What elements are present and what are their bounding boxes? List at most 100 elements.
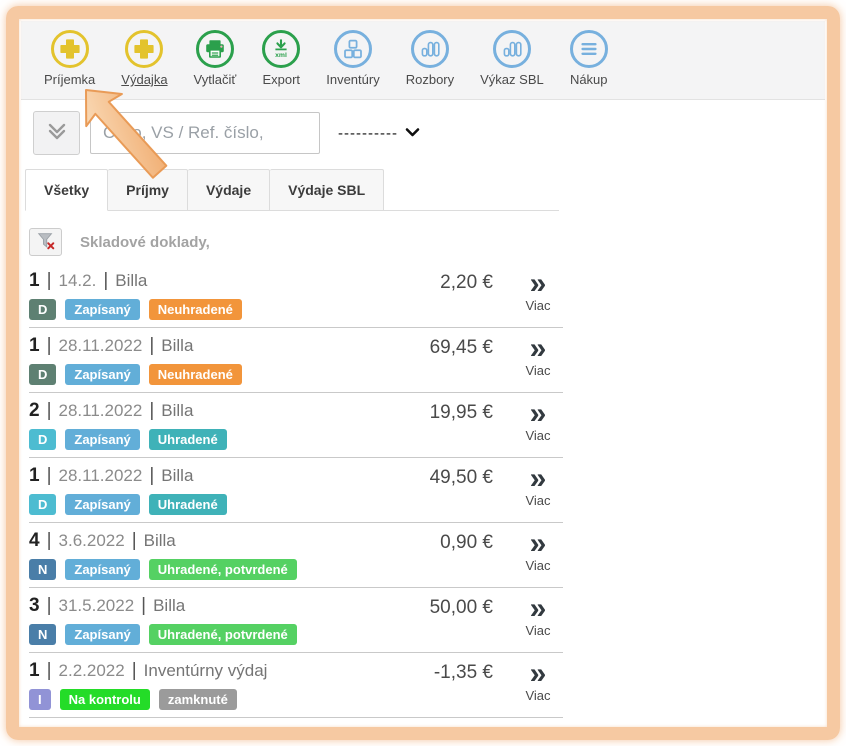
clear-filter-button[interactable] <box>29 228 62 256</box>
row-name: Billa <box>161 466 193 486</box>
tab-všetky[interactable]: Všetky <box>25 169 108 211</box>
row-name: Billa <box>115 271 147 291</box>
viac-button[interactable]: » Viac <box>515 531 561 573</box>
separator: | <box>47 660 52 682</box>
viac-button[interactable]: » Viac <box>515 336 561 378</box>
viac-label: Viac <box>515 688 561 703</box>
row-name: Inventúrny výdaj <box>144 661 268 681</box>
row-badges: NZapísanýUhradené, potvrdené <box>29 559 563 580</box>
row-name: Billa <box>144 531 176 551</box>
row-price: 50,00 € <box>430 597 493 619</box>
boxes-icon <box>334 30 372 68</box>
status-badge: Na kontrolu <box>60 689 150 710</box>
expand-filters-button[interactable] <box>33 111 80 155</box>
row-price: 2,20 € <box>440 272 493 294</box>
document-row: 1 | 28.11.2022 | Billa 49,50 € DZapísaný… <box>29 458 563 523</box>
row-badges: DZapísanýNeuhradené <box>29 299 563 320</box>
document-row: 1 | 28.11.2022 | Billa 69,45 € DZapísaný… <box>29 328 563 393</box>
separator: | <box>141 595 146 617</box>
chevron-down-icon <box>405 125 420 142</box>
toolbar-button-label: Nákup <box>570 72 608 87</box>
double-angle-right-icon: » <box>515 596 561 622</box>
double-angle-right-icon: » <box>515 401 561 427</box>
tab-príjmy[interactable]: Príjmy <box>108 169 188 211</box>
toolbar-button-rozbory[interactable]: Rozbory <box>393 30 467 99</box>
separator: | <box>47 595 52 617</box>
row-badges: DZapísanýUhradené <box>29 494 563 515</box>
separator: | <box>47 530 52 552</box>
toolbar-button-label: Inventúry <box>326 72 379 87</box>
status-badge: I <box>29 689 51 710</box>
toolbar-button-inventury[interactable]: Inventúry <box>313 30 392 99</box>
list-header: Skladové doklady, <box>29 227 825 257</box>
separator: | <box>103 270 108 292</box>
tabs: VšetkyPríjmyVýdajeVýdaje SBL <box>25 169 559 211</box>
toolbar-button-label: Výdajka <box>121 72 167 87</box>
document-row: 3 | 31.5.2022 | Billa 50,00 € NZapísanýU… <box>29 588 563 653</box>
double-angle-right-icon: » <box>515 466 561 492</box>
status-badge: Uhradené <box>149 494 227 515</box>
separator: | <box>149 465 154 487</box>
toolbar-button-nakup[interactable]: Nákup <box>557 30 621 99</box>
status-badge: Neuhradené <box>149 364 242 385</box>
row-date: 14.2. <box>59 271 97 291</box>
status-badge: Neuhradené <box>149 299 242 320</box>
separator: | <box>149 400 154 422</box>
row-price: -1,35 € <box>434 662 493 684</box>
tab-výdaje[interactable]: Výdaje <box>188 169 270 211</box>
viac-button[interactable]: » Viac <box>515 596 561 638</box>
list-title: Skladové doklady, <box>80 234 210 251</box>
search-row: ---------- <box>33 110 825 156</box>
toolbar-button-label: Výkaz SBL <box>480 72 544 87</box>
plus-icon <box>125 30 163 68</box>
document-list: 1 | 14.2. | Billa 2,20 € D Zapísaný Neuhra… <box>29 263 563 718</box>
filter-select-value: ---------- <box>338 125 398 142</box>
toolbar-button-vykaz-sbl[interactable]: Výkaz SBL <box>467 30 557 99</box>
viac-label: Viac <box>515 493 561 508</box>
document-row: 1 | 14.2. | Billa 2,20 € DZapísanýNeuhra… <box>29 263 563 328</box>
separator: | <box>149 335 154 357</box>
toolbar-button-vydajka[interactable]: Výdajka <box>108 30 180 99</box>
status-badge: zamknuté <box>159 689 237 710</box>
row-date: 28.11.2022 <box>59 401 143 421</box>
row-count: 1 <box>29 335 40 357</box>
row-badges: D Zapísaný Neuhradené <box>29 364 563 385</box>
toolbar-button-label: Príjemka <box>44 72 95 87</box>
row-name: Billa <box>153 596 185 616</box>
toolbar-button-vytlacit[interactable]: Vytlačiť <box>181 30 250 99</box>
status-badge: N <box>29 559 56 580</box>
search-input[interactable] <box>90 112 320 154</box>
tab-výdaje-sbl[interactable]: Výdaje SBL <box>270 169 384 211</box>
viac-button[interactable]: » Viac <box>515 401 561 443</box>
row-price: 49,50 € <box>430 467 493 489</box>
bar-chart-icon <box>411 30 449 68</box>
viac-button[interactable]: » Viac <box>515 661 561 703</box>
status-badge: Zapísaný <box>65 494 139 515</box>
row-count: 2 <box>29 400 40 422</box>
toolbar-button-label: Vytlačiť <box>194 72 237 87</box>
chevrons-down-icon <box>44 120 70 147</box>
status-badge: D <box>29 429 56 450</box>
toolbar: Príjemka Výdajka Vytlačiť xml Export Inv… <box>21 21 825 100</box>
double-angle-right-icon: » <box>515 661 561 687</box>
separator: | <box>47 270 52 292</box>
printer-icon <box>196 30 234 68</box>
toolbar-button-export[interactable]: xml Export <box>249 30 313 99</box>
toolbar-button-prijemka[interactable]: Príjemka <box>31 30 108 99</box>
row-name: Billa <box>161 401 193 421</box>
filter-select[interactable]: ---------- <box>338 125 420 142</box>
viac-label: Viac <box>515 428 561 443</box>
status-badge: D <box>29 364 56 385</box>
row-count: 1 <box>29 465 40 487</box>
bar-chart-icon <box>493 30 531 68</box>
viac-button[interactable]: » Viac <box>515 466 561 508</box>
row-date: 28.11.2022 <box>59 336 143 356</box>
document-row: 2 | 28.11.2022 | Billa 19,95 € DZapísaný… <box>29 393 563 458</box>
row-date: 3.6.2022 <box>59 531 125 551</box>
toolbar-button-label: Rozbory <box>406 72 454 87</box>
row-price: 19,95 € <box>430 402 493 424</box>
status-badge: Zapísaný <box>65 364 139 385</box>
separator: | <box>132 660 137 682</box>
viac-button[interactable]: » Viac <box>515 271 561 313</box>
toolbar-button-label: Export <box>262 72 300 87</box>
